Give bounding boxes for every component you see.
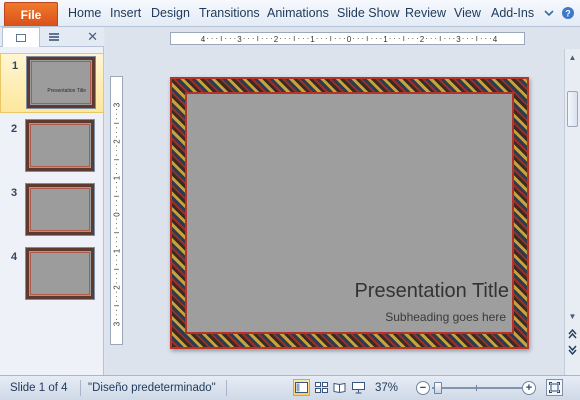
- ruler-label: 1: [113, 175, 122, 180]
- slide-canvas[interactable]: Presentation Title Subheading goes here: [170, 77, 529, 349]
- next-slide-icon[interactable]: [565, 343, 580, 357]
- tab-home[interactable]: Home: [68, 6, 101, 20]
- thumbnail-image: [26, 120, 94, 171]
- previous-slide-icon[interactable]: [565, 327, 580, 341]
- tab-insert[interactable]: Insert: [110, 6, 141, 20]
- tab-outline[interactable]: [42, 27, 66, 47]
- slide-subtitle[interactable]: Subheading goes here: [385, 310, 506, 324]
- tab-slide-show[interactable]: Slide Show: [337, 6, 400, 20]
- scroll-down-icon[interactable]: ▼: [565, 309, 580, 323]
- tab-animations[interactable]: Animations: [267, 6, 329, 20]
- slide-title[interactable]: Presentation Title: [354, 280, 509, 303]
- ruler-label: 3: [113, 102, 122, 107]
- tab-view[interactable]: View: [454, 6, 481, 20]
- slide-show-icon[interactable]: [350, 379, 367, 396]
- tab-slides[interactable]: [2, 27, 40, 47]
- ruler-label: 3: [237, 35, 242, 44]
- tab-add-ins[interactable]: Add-Ins: [491, 6, 534, 20]
- slide-sorter-icon[interactable]: [313, 379, 330, 396]
- status-bar: Slide 1 of 4 "Diseño predeterminado" 37%…: [0, 375, 580, 400]
- thumbnail-image: [26, 248, 94, 299]
- zoom-level[interactable]: 37%: [375, 382, 398, 394]
- panel-tabs: ✕: [0, 27, 104, 47]
- minimize-ribbon-icon[interactable]: [541, 5, 557, 21]
- theme-name[interactable]: "Diseño predeterminado": [88, 382, 216, 394]
- tab-transitions[interactable]: Transitions: [199, 6, 260, 20]
- reading-view-icon[interactable]: [331, 379, 348, 396]
- ruler-label: 2: [420, 35, 425, 44]
- ruler-label: 4: [493, 35, 498, 44]
- ruler-label: 0: [113, 212, 122, 217]
- slide-number: 3: [11, 187, 18, 199]
- slide-content-area: Presentation Title Subheading goes here: [185, 92, 514, 334]
- slide-indicator[interactable]: Slide 1 of 4: [10, 382, 68, 394]
- thumbnail-image: [26, 184, 94, 235]
- slide-thumbnail-3[interactable]: 3: [0, 181, 104, 241]
- ruler-label: 2: [274, 35, 279, 44]
- thumbnail-image: Presentation Title: [27, 57, 95, 108]
- zoom-in-button[interactable]: +: [522, 381, 536, 395]
- ruler-label: 3: [456, 35, 461, 44]
- vertical-ruler[interactable]: 3 2 1 0 1 2 3: [110, 76, 123, 345]
- horizontal-ruler[interactable]: 4 3 2 1 0 1 2 3 4: [170, 32, 525, 45]
- ribbon-tab-bar: File Home Insert Design Transitions Anim…: [0, 0, 580, 27]
- ruler-label: 1: [383, 35, 388, 44]
- vertical-ruler-ticks: 3 2 1 0 1 2 3: [113, 102, 122, 326]
- ruler-label: 2: [113, 285, 122, 290]
- file-tab[interactable]: File: [4, 2, 58, 26]
- slide-thumbnail-4[interactable]: 4: [0, 245, 104, 305]
- close-icon[interactable]: ✕: [87, 29, 98, 45]
- fit-to-window-icon[interactable]: [546, 379, 563, 396]
- thumbnail-title: Presentation Title: [47, 88, 86, 94]
- slide-number: 2: [11, 123, 18, 135]
- slides-icon: [16, 33, 26, 42]
- ruler-label: 4: [201, 35, 206, 44]
- zoom-slider-thumb[interactable]: [434, 382, 442, 394]
- scroll-thumb[interactable]: [567, 91, 578, 127]
- tab-review[interactable]: Review: [405, 6, 446, 20]
- ruler-label: 1: [310, 35, 315, 44]
- vertical-scrollbar[interactable]: ▲ ▼: [564, 49, 580, 375]
- zoom-slider-track[interactable]: [432, 387, 522, 389]
- ruler-label: 1: [113, 248, 122, 253]
- slide-thumbnail-2[interactable]: 2: [0, 117, 104, 177]
- ruler-label: 0: [347, 35, 352, 44]
- tab-design[interactable]: Design: [151, 6, 190, 20]
- slide-thumbnail-1[interactable]: 1 Presentation Title: [0, 53, 104, 113]
- ruler-label: 3: [113, 321, 122, 326]
- svg-text:?: ?: [565, 9, 571, 19]
- zoom-out-button[interactable]: −: [416, 381, 430, 395]
- slide-number: 4: [11, 251, 18, 263]
- help-icon[interactable]: ?: [560, 5, 576, 21]
- slide-editor: 4 3 2 1 0 1 2 3 4 3 2 1 0 1 2 3 Presentation Title Sub…: [105, 27, 580, 375]
- normal-view-icon[interactable]: [293, 379, 310, 396]
- horizontal-ruler-ticks: 4 3 2 1 0 1 2 3 4: [201, 35, 498, 44]
- outline-icon: [49, 33, 59, 41]
- slide-thumbnail-panel: ✕ 1 Presentation Title 2 3 4: [0, 27, 104, 375]
- scroll-up-icon[interactable]: ▲: [565, 50, 580, 64]
- ruler-label: 2: [113, 139, 122, 144]
- slide-number: 1: [12, 60, 19, 72]
